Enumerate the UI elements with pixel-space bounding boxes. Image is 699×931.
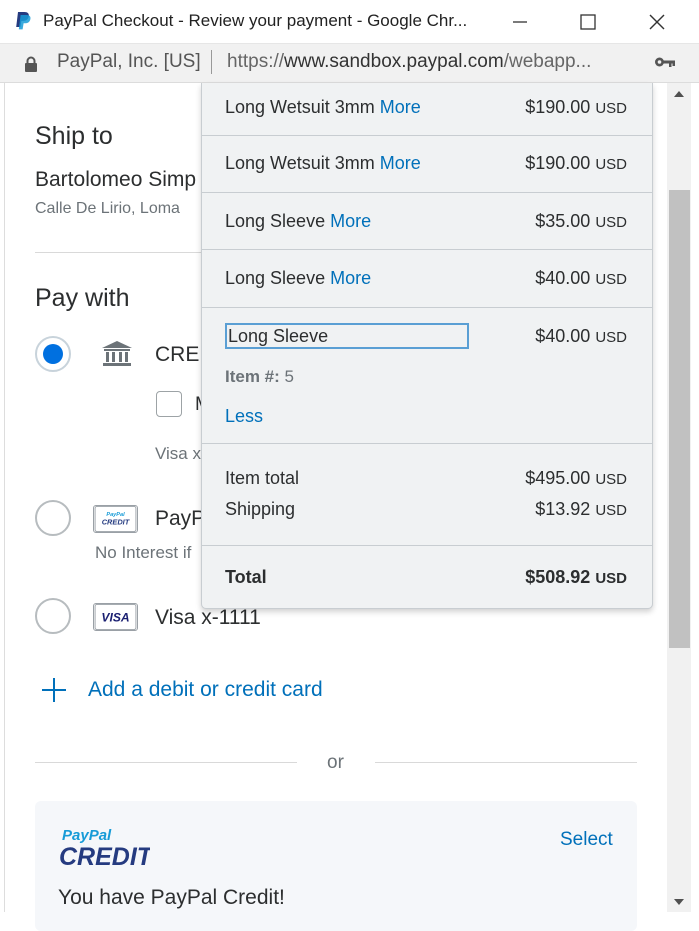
price-value: $13.92 [535, 499, 591, 519]
cart-item: Long Wetsuit 3mm More [225, 97, 421, 118]
price-value: $190.00 [525, 97, 591, 117]
window-left-edge [4, 83, 5, 912]
cart-item-row: Long Sleeve More $40.00 USD [202, 250, 652, 308]
scrollbar-thumb[interactable] [669, 190, 690, 648]
ship-to-name: Bartolomeo Simp [35, 168, 197, 191]
bank-icon [102, 341, 132, 366]
cart-item: Long Sleeve More [225, 211, 371, 232]
less-link[interactable]: Less [225, 406, 263, 427]
expanded-item-name[interactable]: Long Sleeve [225, 323, 469, 349]
more-link[interactable]: More [330, 211, 371, 231]
ship-to-address: Calle De Lirio, Loma [35, 200, 180, 217]
item-number: Item #: 5 [225, 367, 294, 387]
price-currency: USD [595, 100, 627, 117]
cart-subtotals [202, 444, 652, 546]
select-credit-link[interactable]: Select [560, 829, 613, 851]
price-value: $190.00 [525, 153, 591, 173]
or-divider-right [375, 762, 637, 763]
paypal-credit-badge-icon: PayPal CREDIT [93, 505, 138, 533]
price-value: $40.00 [535, 326, 591, 346]
scroll-down-arrow-icon[interactable] [673, 898, 685, 906]
paypal-logo-icon [16, 12, 31, 30]
cart-item: Long Wetsuit 3mm More [225, 153, 421, 174]
price-value: $495.00 [525, 468, 591, 488]
price-currency: USD [595, 156, 627, 173]
window-title: PayPal Checkout - Review your payment - … [43, 11, 468, 30]
item-number-label: Item #: [225, 367, 280, 386]
shipping-label: Shipping [225, 499, 296, 519]
price-value: $40.00 [535, 268, 591, 288]
or-divider-left [35, 762, 297, 763]
address-separator [211, 50, 212, 74]
item-name: Long Sleeve [225, 268, 326, 288]
or-text: or [327, 752, 344, 773]
visa-option-label[interactable]: Visa x-1111 [155, 606, 261, 630]
paypal-credit-logo: PayPal CREDIT [59, 827, 150, 869]
cart-item-row: Long Sleeve More $35.00 USD [202, 193, 652, 250]
bank-option-label[interactable]: CRE [155, 343, 199, 367]
item-price: $190.00 USD [525, 153, 627, 174]
key-icon[interactable] [654, 55, 676, 69]
svg-text:CREDIT: CREDIT [102, 518, 131, 527]
price-currency: USD [595, 271, 627, 288]
lock-icon[interactable] [24, 56, 38, 72]
radio-visa[interactable] [35, 598, 71, 634]
price-currency: USD [595, 502, 627, 519]
item-total-label: Item total [225, 468, 300, 488]
site-organization[interactable]: PayPal, Inc. [US] [57, 51, 201, 73]
radio-paypal-credit[interactable] [35, 500, 71, 536]
item-price: $35.00 USD [535, 211, 627, 232]
price-value: $508.92 [525, 567, 591, 587]
url-text[interactable]: https://www.sandbox.paypal.com/webapp... [227, 51, 591, 73]
maximize-icon[interactable] [573, 8, 603, 36]
pay-with-heading: Pay with [35, 284, 130, 312]
svg-text:VISA: VISA [101, 611, 129, 625]
preferred-checkbox[interactable] [156, 391, 182, 417]
cart-item: Long Sleeve More [225, 268, 371, 289]
close-icon[interactable] [642, 8, 672, 36]
paypal-credit-subtext: No Interest if [95, 543, 192, 562]
more-link[interactable]: More [380, 153, 421, 173]
item-number-value: 5 [284, 367, 294, 386]
url-host: www.sandbox.paypal.com [284, 51, 504, 72]
more-link[interactable]: More [330, 268, 371, 288]
divider [35, 252, 205, 253]
price-currency: USD [595, 570, 627, 587]
visa-badge-icon: VISA [93, 603, 138, 631]
item-price: $190.00 USD [525, 97, 627, 118]
item-name: Long Wetsuit 3mm [225, 97, 375, 117]
cart-item-row: Long Wetsuit 3mm More $190.00 USD [202, 83, 652, 136]
total-label: Total [225, 567, 267, 587]
paypal-credit-option-label[interactable]: PayP [155, 507, 205, 531]
shipping-price: $13.92 USD [535, 499, 627, 520]
bank-backup-text: Visa x [155, 444, 201, 463]
more-link[interactable]: More [380, 97, 421, 117]
total-price: $508.92 USD [525, 567, 627, 588]
item-name: Long Wetsuit 3mm [225, 153, 375, 173]
plus-icon[interactable] [41, 677, 67, 703]
price-currency: USD [595, 471, 627, 488]
url-path: /webapp... [503, 51, 592, 72]
price-currency: USD [595, 214, 627, 231]
credit-message: You have PayPal Credit! [58, 886, 285, 909]
price-value: $35.00 [535, 211, 591, 231]
scroll-up-arrow-icon[interactable] [673, 90, 685, 98]
price-currency: USD [595, 329, 627, 346]
logo-line-2: CREDIT [59, 843, 150, 869]
item-price: $40.00 USD [535, 326, 627, 347]
add-card-link[interactable]: Add a debit or credit card [88, 678, 323, 702]
url-scheme: https:// [227, 51, 285, 72]
item-total-price: $495.00 USD [525, 468, 627, 489]
logo-line-1: PayPal [62, 827, 112, 844]
item-price: $40.00 USD [535, 268, 627, 289]
radio-bank-selected[interactable] [35, 336, 71, 372]
item-name: Long Sleeve [225, 211, 326, 231]
ship-to-heading: Ship to [35, 122, 113, 150]
cart-item-row: Long Wetsuit 3mm More $190.00 USD [202, 136, 652, 193]
minimize-icon[interactable] [505, 8, 535, 36]
cart-details-dropdown: Long Wetsuit 3mm More $190.00 USD Long W… [201, 83, 653, 609]
